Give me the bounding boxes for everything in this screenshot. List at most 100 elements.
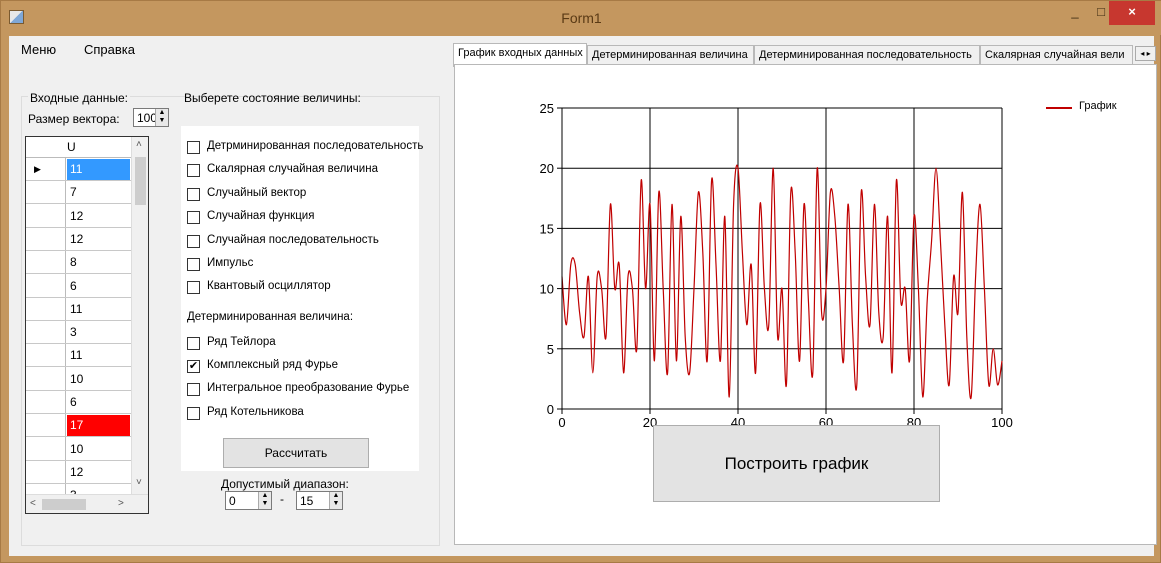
menu-item-help[interactable]: Справка <box>84 42 135 57</box>
row-header[interactable] <box>26 461 66 483</box>
table-cell[interactable]: 6 <box>67 392 130 413</box>
data-grid[interactable]: U ▶117121286113111061710123 ˄ ˅ < > <box>25 136 149 514</box>
y-tick-label: 15 <box>540 221 554 236</box>
row-header[interactable]: ▶ <box>26 159 66 180</box>
spinner-arrows-icon[interactable]: ▲ ▼ <box>258 492 271 509</box>
checkbox-label: Квантовый осциллятор <box>207 280 331 293</box>
row-header[interactable] <box>26 275 66 297</box>
checkbox-label: Скалярная случайная величина <box>207 163 378 176</box>
table-cell[interactable]: 8 <box>67 252 130 273</box>
row-header[interactable] <box>26 322 66 344</box>
row-header[interactable] <box>26 298 66 320</box>
checkbox-unchecked-icon[interactable] <box>187 141 200 154</box>
table-row[interactable]: 12 <box>26 461 131 484</box>
table-row[interactable]: 10 <box>26 368 131 391</box>
title-bar[interactable]: Form1 _ □ × <box>1 1 1161 35</box>
checkbox-unchecked-icon[interactable] <box>187 187 200 201</box>
table-cell[interactable]: 12 <box>67 462 130 483</box>
table-row[interactable]: 10 <box>26 438 131 461</box>
checkbox-checked-icon[interactable]: ✔ <box>187 360 200 374</box>
x-tick-label: 0 <box>558 415 565 430</box>
table-row[interactable]: ▶ 11 <box>26 159 131 181</box>
series-line <box>561 164 1003 400</box>
vertical-scrollbar[interactable]: ˄ ˅ <box>131 137 148 494</box>
row-header[interactable] <box>26 438 66 460</box>
table-row[interactable]: 3 <box>26 322 131 345</box>
y-tick-label: 0 <box>547 402 554 417</box>
row-header[interactable] <box>26 368 66 390</box>
table-cell[interactable]: 10 <box>67 439 130 460</box>
horizontal-scrollbar[interactable]: < > <box>26 494 148 513</box>
scroll-up-icon[interactable]: ˄ <box>136 139 142 150</box>
checkbox-unchecked-icon[interactable] <box>187 406 200 420</box>
build-chart-button[interactable]: Построить график <box>653 425 940 502</box>
table-row[interactable]: 7 <box>26 182 131 205</box>
checkbox-label: Интегральное преобразование Фурье <box>207 382 410 395</box>
checkbox-unchecked-icon[interactable] <box>187 281 200 295</box>
checkbox-unchecked-icon[interactable] <box>187 211 200 225</box>
table-cell[interactable]: 12 <box>67 229 130 250</box>
table-row[interactable]: 12 <box>26 205 131 228</box>
row-header[interactable] <box>26 228 66 250</box>
grid-column-header-u[interactable]: U <box>67 140 76 154</box>
table-row[interactable]: 6 <box>26 392 131 414</box>
table-row[interactable]: 8 <box>26 252 131 275</box>
checkbox-label: Ряд Котельникова <box>207 405 304 418</box>
vector-size-spinner[interactable]: 100 ▲ ▼ <box>133 108 169 127</box>
checkbox-unchecked-icon[interactable] <box>187 164 200 178</box>
legend-label: График <box>1079 100 1117 112</box>
checkbox-label: Детрминированная последовательность <box>207 140 424 152</box>
app-window: Form1 _ □ × Меню Справка Входные данные:… <box>0 0 1161 563</box>
vertical-scroll-thumb[interactable] <box>135 157 146 205</box>
table-row[interactable]: 11 <box>26 345 131 368</box>
table-cell[interactable]: 10 <box>67 369 130 390</box>
table-cell[interactable]: 17 <box>67 415 130 437</box>
spinner-arrows-icon[interactable]: ▲ ▼ <box>329 492 342 509</box>
deterministic-label: Детерминированная величина: <box>187 311 354 323</box>
scroll-left-icon[interactable]: < <box>30 498 36 509</box>
table-cell[interactable]: 12 <box>67 206 130 227</box>
row-header[interactable] <box>26 205 66 227</box>
tab-scalar-random[interactable]: Скалярная случайная вели <box>980 45 1133 66</box>
checkbox-label: Случайная функция <box>207 210 315 223</box>
checkbox-unchecked-icon[interactable] <box>187 383 200 397</box>
table-cell[interactable]: 11 <box>67 345 130 366</box>
table-row[interactable]: 6 <box>26 275 131 298</box>
horizontal-scroll-thumb[interactable] <box>42 499 86 510</box>
checkbox-label: Ряд Тейлора <box>207 336 276 348</box>
table-cell[interactable]: 7 <box>67 182 130 203</box>
spinner-arrows-icon[interactable]: ▲ ▼ <box>155 109 168 126</box>
range-to-value: 15 <box>300 494 314 508</box>
table-row[interactable]: 11 <box>26 298 131 321</box>
grid-header: U <box>26 137 148 158</box>
input-data-chart: 0 20 40 60 80 1000510152025 <box>540 101 1013 430</box>
range-from-spinner[interactable]: 0 ▲ ▼ <box>225 491 272 510</box>
row-header[interactable] <box>26 392 66 413</box>
row-header[interactable] <box>26 182 66 204</box>
current-row-icon: ▶ <box>34 164 41 174</box>
table-cell[interactable]: 3 <box>67 322 130 343</box>
y-tick-label: 25 <box>540 101 554 116</box>
table-cell[interactable]: 11 <box>67 159 130 180</box>
checkbox-unchecked-icon[interactable] <box>187 337 200 350</box>
scroll-right-icon[interactable]: > <box>118 498 124 509</box>
checkbox-unchecked-icon[interactable] <box>187 258 200 271</box>
row-header[interactable] <box>26 345 66 367</box>
table-row[interactable]: 17 <box>26 415 131 438</box>
checkbox-unchecked-icon[interactable] <box>187 234 200 248</box>
scroll-down-icon[interactable]: ˅ <box>136 477 142 488</box>
close-button[interactable]: × <box>1109 1 1155 25</box>
range-to-spinner[interactable]: 15 ▲ ▼ <box>296 491 343 510</box>
choose-state-label: Выберете состояние величины: <box>184 91 361 105</box>
row-header[interactable] <box>26 252 66 274</box>
menu-item-menu[interactable]: Меню <box>21 42 56 57</box>
checkbox-label: Импульс <box>207 257 254 269</box>
tab-deterministic-sequence[interactable]: Детерминированная последовательность <box>754 45 980 66</box>
row-header[interactable] <box>26 415 66 437</box>
table-row[interactable]: 12 <box>26 228 131 251</box>
calculate-button[interactable]: Рассчитать <box>223 438 369 468</box>
table-cell[interactable]: 6 <box>67 276 130 297</box>
table-cell[interactable]: 11 <box>67 299 130 320</box>
tab-scroll-arrows-icon[interactable]: ◂ ▸ <box>1135 46 1156 61</box>
tab-deterministic-value[interactable]: Детерминированная величина <box>587 45 754 66</box>
